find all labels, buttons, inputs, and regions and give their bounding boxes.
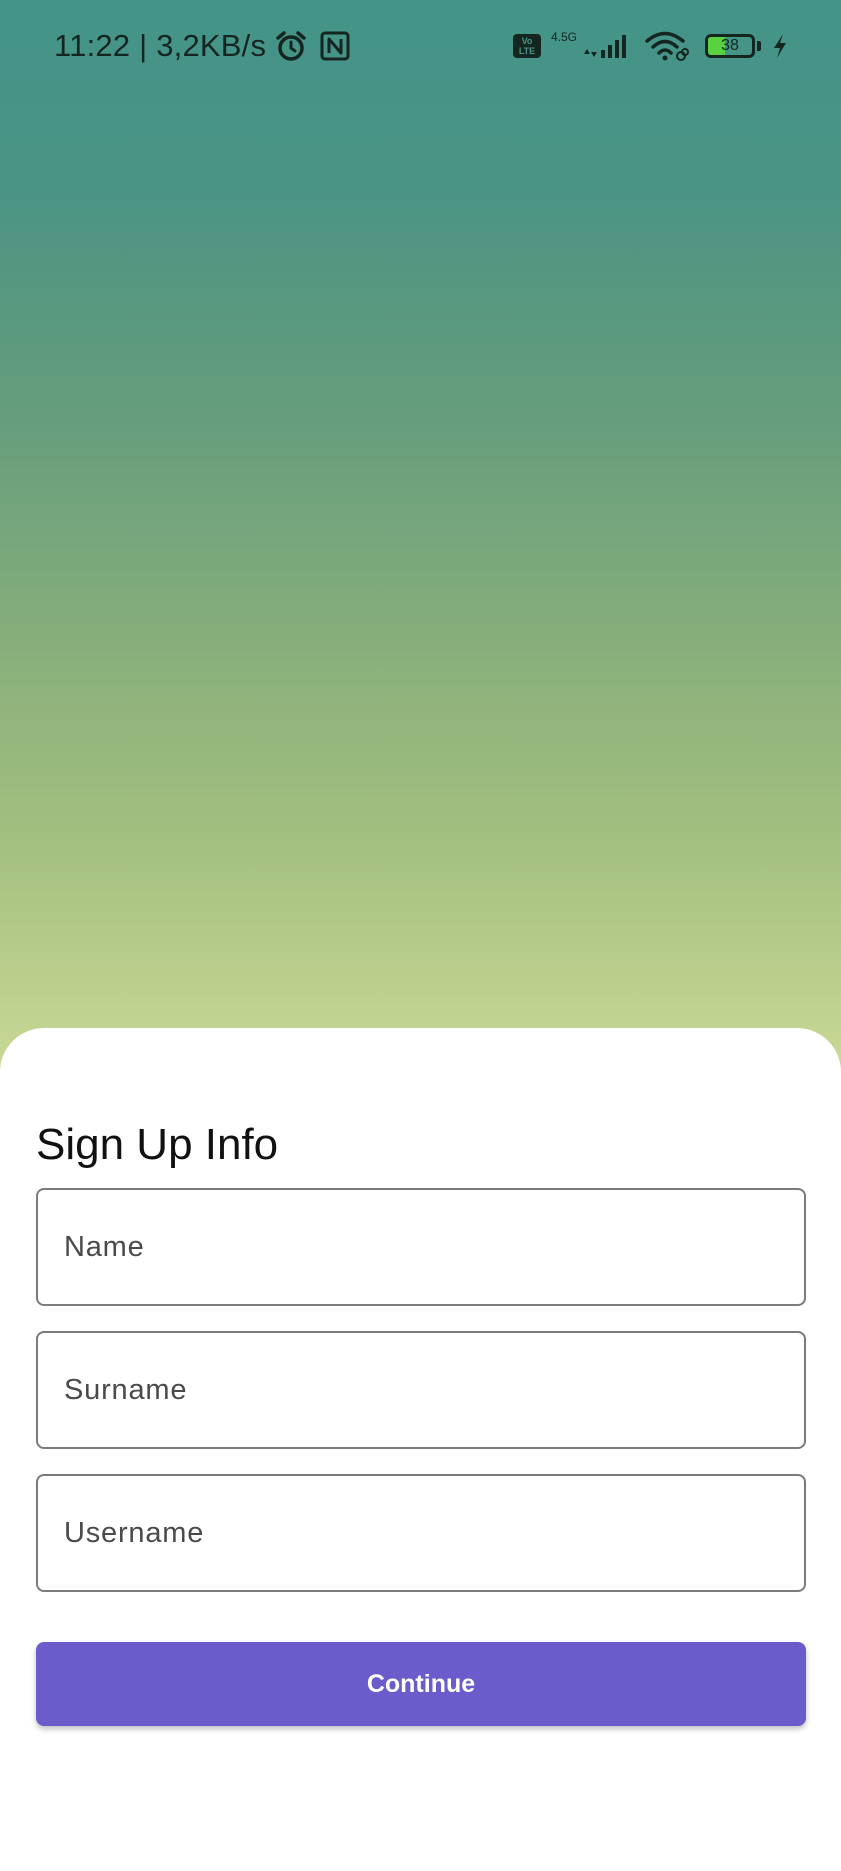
volte-icon: Vo LTE (512, 34, 541, 58)
volte-line1: Vo (521, 36, 533, 46)
status-bar: 11:22 | 3,2KB/s Vo LTE 4.5G 38 (0, 0, 841, 92)
battery-level: 38 (721, 37, 739, 54)
continue-button[interactable]: Continue (36, 1642, 806, 1726)
status-bar-left: 11:22 | 3,2KB/s (54, 26, 350, 66)
status-bar-right: Vo LTE 4.5G 38 (512, 26, 789, 66)
name-input[interactable] (36, 1188, 806, 1306)
network-speed: 3,2KB/s (156, 28, 267, 63)
wifi-icon (645, 30, 689, 62)
volte-line2: LTE (518, 46, 536, 56)
battery-icon: 38 (705, 34, 755, 58)
nfc-icon (320, 31, 350, 61)
status-time: 11:22 | 3,2KB/s (54, 28, 266, 64)
cell-signal-icon (581, 32, 631, 60)
alarm-clock-icon (274, 29, 308, 63)
network-type: 4.5G (550, 30, 577, 44)
battery-nub (757, 41, 761, 51)
clock-time: 11:22 (54, 28, 131, 63)
page-title: Sign Up Info (36, 1120, 279, 1169)
lightning-bolt-icon (771, 32, 789, 60)
surname-input[interactable] (36, 1331, 806, 1449)
username-input[interactable] (36, 1474, 806, 1592)
status-separator: | (139, 28, 148, 63)
signup-sheet: Sign Up Info Continue (0, 1028, 841, 1871)
